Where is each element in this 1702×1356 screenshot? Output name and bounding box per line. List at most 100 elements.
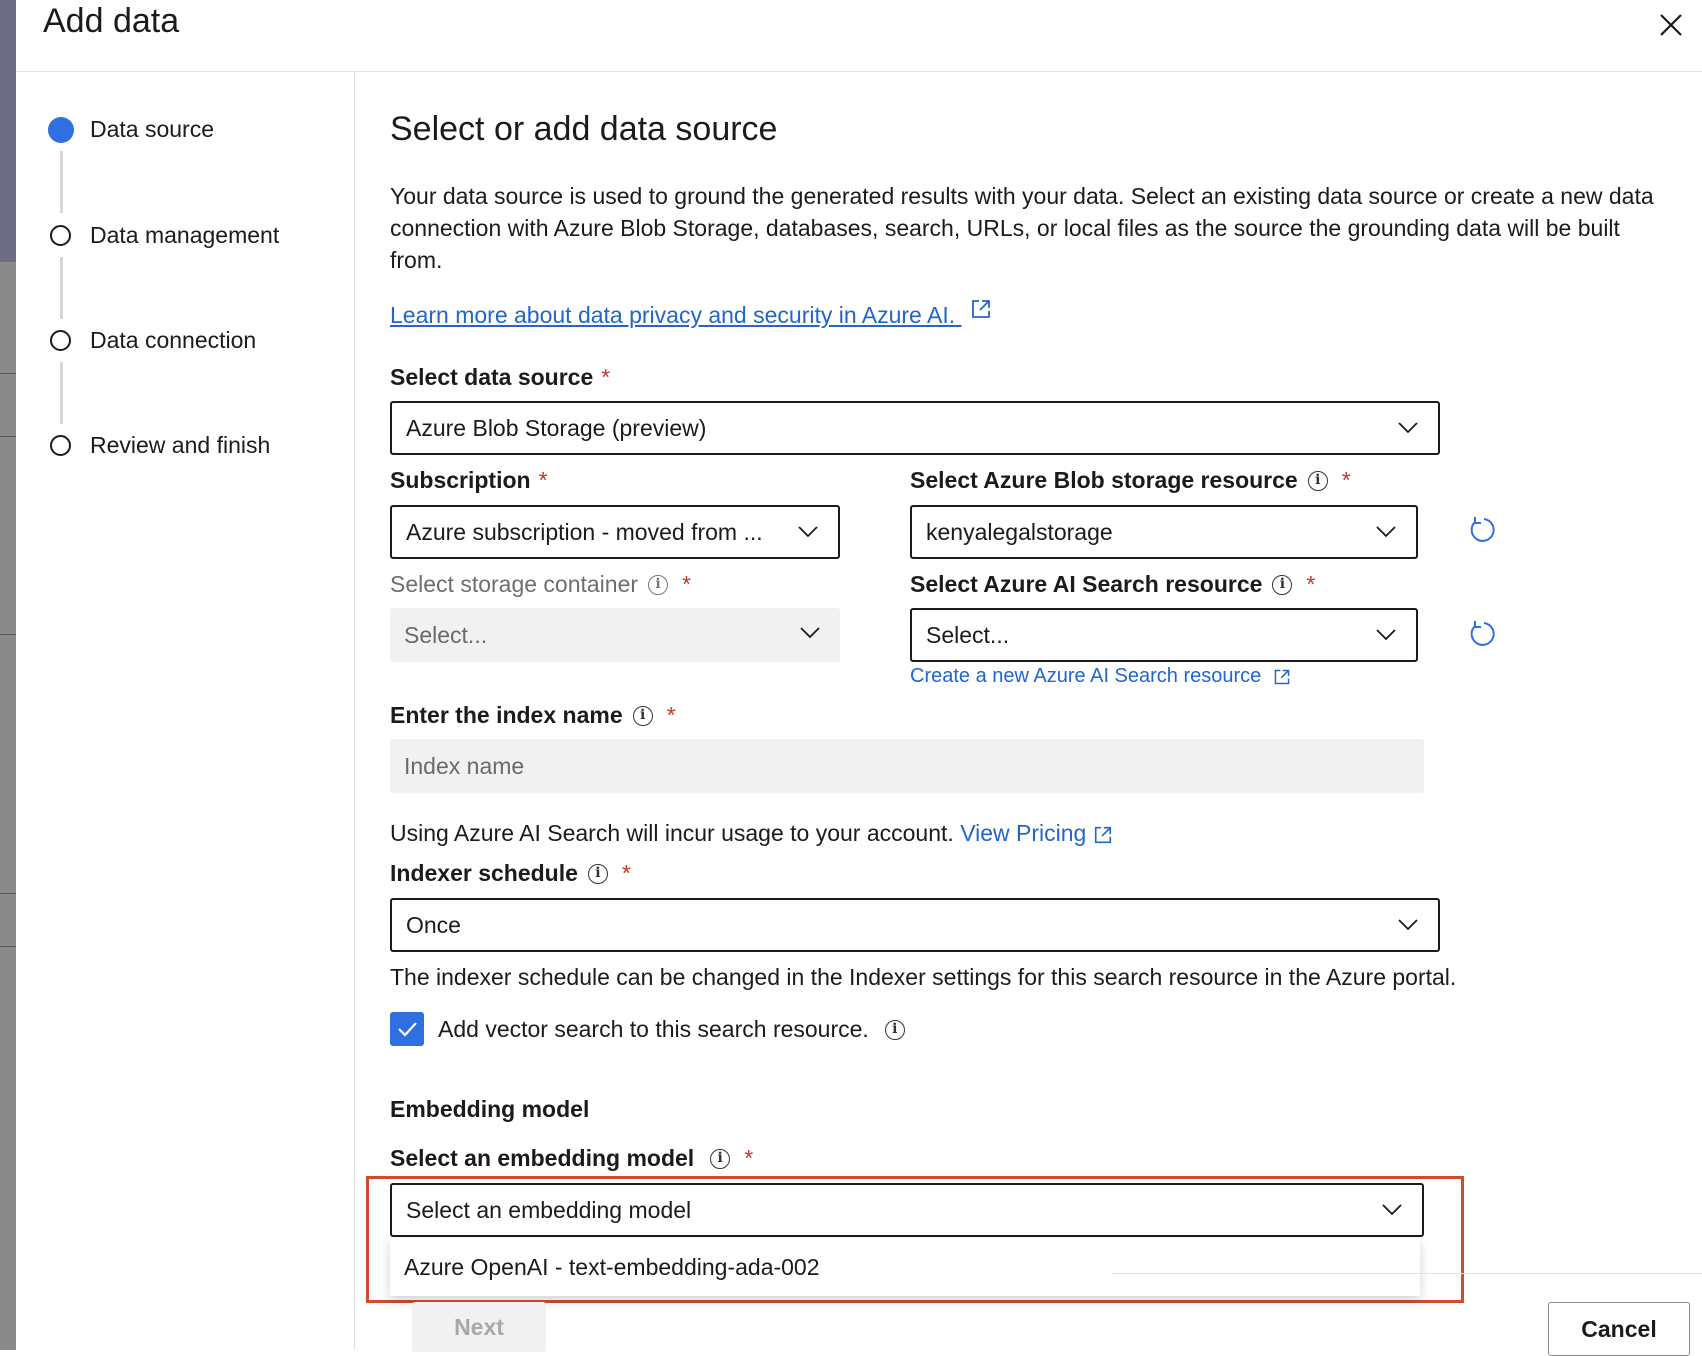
button-label: Cancel (1581, 1315, 1657, 1342)
step-review-and-finish[interactable]: Review and finish (50, 432, 270, 459)
required-marker: * (666, 702, 676, 728)
learn-more-link[interactable]: Learn more about data privacy and securi… (390, 300, 992, 329)
header-divider (16, 71, 1702, 72)
info-icon[interactable]: i (1272, 574, 1293, 595)
background-divider (0, 436, 16, 437)
info-icon[interactable]: i (587, 863, 608, 884)
step-dot-icon (50, 225, 71, 246)
external-link-icon (971, 300, 990, 318)
step-data-connection[interactable]: Data connection (50, 327, 256, 354)
index-name-label: Enter the index name i * (390, 702, 676, 729)
label-text: Select Azure AI Search resource (910, 571, 1263, 597)
info-icon[interactable]: i (710, 1148, 731, 1169)
step-data-management[interactable]: Data management (50, 222, 279, 249)
description: Your data source is used to ground the g… (390, 183, 1654, 273)
info-icon[interactable]: i (648, 574, 669, 595)
required-marker: * (1306, 571, 1316, 597)
view-pricing-link[interactable]: View Pricing (960, 820, 1086, 846)
select-value: kenyalegalstorage (926, 518, 1113, 545)
option-text: Azure OpenAI - text-embedding-ada-002 (404, 1253, 820, 1280)
chevron-down-icon (1376, 526, 1396, 538)
chevron-down-icon (798, 526, 818, 538)
cancel-button[interactable]: Cancel (1548, 1302, 1690, 1356)
embedding-model-label: Select an embedding model i * (390, 1145, 753, 1172)
blob-resource-label: Select Azure Blob storage resource i * (910, 467, 1351, 494)
search-resource-select[interactable]: Select... (910, 608, 1418, 662)
background-divider (0, 634, 16, 635)
data-source-select[interactable]: Azure Blob Storage (preview) (390, 401, 1440, 455)
label-text: Select Azure Blob storage resource (910, 467, 1298, 493)
background-divider (0, 893, 16, 894)
info-icon[interactable]: i (884, 1019, 905, 1040)
select-placeholder: Select... (926, 621, 1010, 648)
required-marker: * (1341, 467, 1351, 493)
input-placeholder: Index name (404, 752, 525, 779)
background-divider (0, 946, 16, 947)
label-text: Select storage container (390, 571, 639, 597)
label-text: Indexer schedule (390, 860, 578, 886)
select-value: Once (406, 911, 461, 938)
blob-resource-select[interactable]: kenyalegalstorage (910, 505, 1418, 559)
storage-container-label: Select storage container i * (390, 571, 691, 598)
chevron-down-icon (1376, 629, 1396, 641)
vector-search-checkbox[interactable] (390, 1012, 424, 1046)
page-title: Select or add data source (390, 110, 778, 148)
chevron-down-icon (1398, 919, 1418, 931)
step-connector (60, 257, 63, 319)
step-label: Data source (90, 116, 215, 142)
vector-search-label: Add vector search to this search resourc… (438, 1016, 905, 1043)
learn-more-text: Learn more about data privacy and securi… (390, 302, 956, 328)
step-label: Data connection (90, 327, 257, 353)
refresh-icon[interactable] (1467, 619, 1497, 649)
select-value: Azure Blob Storage (preview) (406, 414, 707, 441)
embedding-model-select[interactable]: Select an embedding model (390, 1183, 1424, 1237)
label-text: Select an embedding model (390, 1145, 695, 1171)
select-value: Select an embedding model (406, 1196, 692, 1223)
data-source-label: Select data source * (390, 364, 610, 391)
indexer-schedule-select[interactable]: Once (390, 898, 1440, 952)
info-icon[interactable]: i (1307, 470, 1328, 491)
required-marker: * (744, 1145, 754, 1171)
label-text: Subscription (390, 467, 531, 493)
chevron-down-icon (1382, 1204, 1402, 1216)
step-dot-icon (50, 330, 71, 351)
checkmark-icon (398, 1022, 417, 1037)
refresh-icon[interactable] (1467, 515, 1497, 545)
create-search-resource-link[interactable]: Create a new Azure AI Search resource (910, 665, 1291, 688)
stepper-divider (354, 72, 355, 1350)
step-data-source[interactable]: Data source (48, 116, 215, 143)
usage-note: Using Azure AI Search will incur usage t… (390, 820, 1113, 847)
step-dot-icon (50, 435, 71, 456)
step-connector (60, 151, 63, 213)
required-marker: * (682, 571, 691, 597)
required-marker: * (621, 860, 631, 886)
chevron-down-icon (1398, 422, 1418, 434)
info-icon[interactable]: i (632, 705, 653, 726)
subscription-select[interactable]: Azure subscription - moved from ... (390, 505, 840, 559)
index-name-input[interactable]: Index name (390, 739, 1424, 793)
step-connector (60, 362, 63, 424)
link-text: Create a new Azure AI Search resource (910, 665, 1262, 687)
external-link-icon (1094, 826, 1111, 844)
embedding-model-option[interactable]: Azure OpenAI - text-embedding-ada-002 (390, 1238, 1420, 1296)
background-divider (0, 373, 16, 374)
button-label: Next (454, 1313, 504, 1340)
checkbox-label-text: Add vector search to this search resourc… (438, 1016, 869, 1042)
add-data-dialog: Add data Data source Data management Dat… (16, 0, 1702, 1356)
background-app (0, 0, 16, 1350)
select-value: Azure subscription - moved from ... (406, 518, 763, 545)
close-icon[interactable] (1654, 8, 1688, 42)
select-placeholder: Select... (404, 621, 488, 648)
step-active-dot-icon (48, 116, 74, 143)
label-text: Select data source (390, 364, 594, 390)
embedding-section-title: Embedding model (390, 1096, 590, 1122)
background-panel (0, 0, 16, 262)
dialog-title: Add data (43, 2, 180, 40)
step-label: Data management (90, 222, 280, 248)
next-button[interactable]: Next (412, 1302, 546, 1352)
external-link-icon (1274, 669, 1290, 685)
search-resource-label: Select Azure AI Search resource i * (910, 571, 1315, 598)
subscription-label: Subscription * (390, 467, 548, 494)
storage-container-select: Select... (390, 608, 840, 662)
chevron-down-icon (800, 627, 820, 639)
